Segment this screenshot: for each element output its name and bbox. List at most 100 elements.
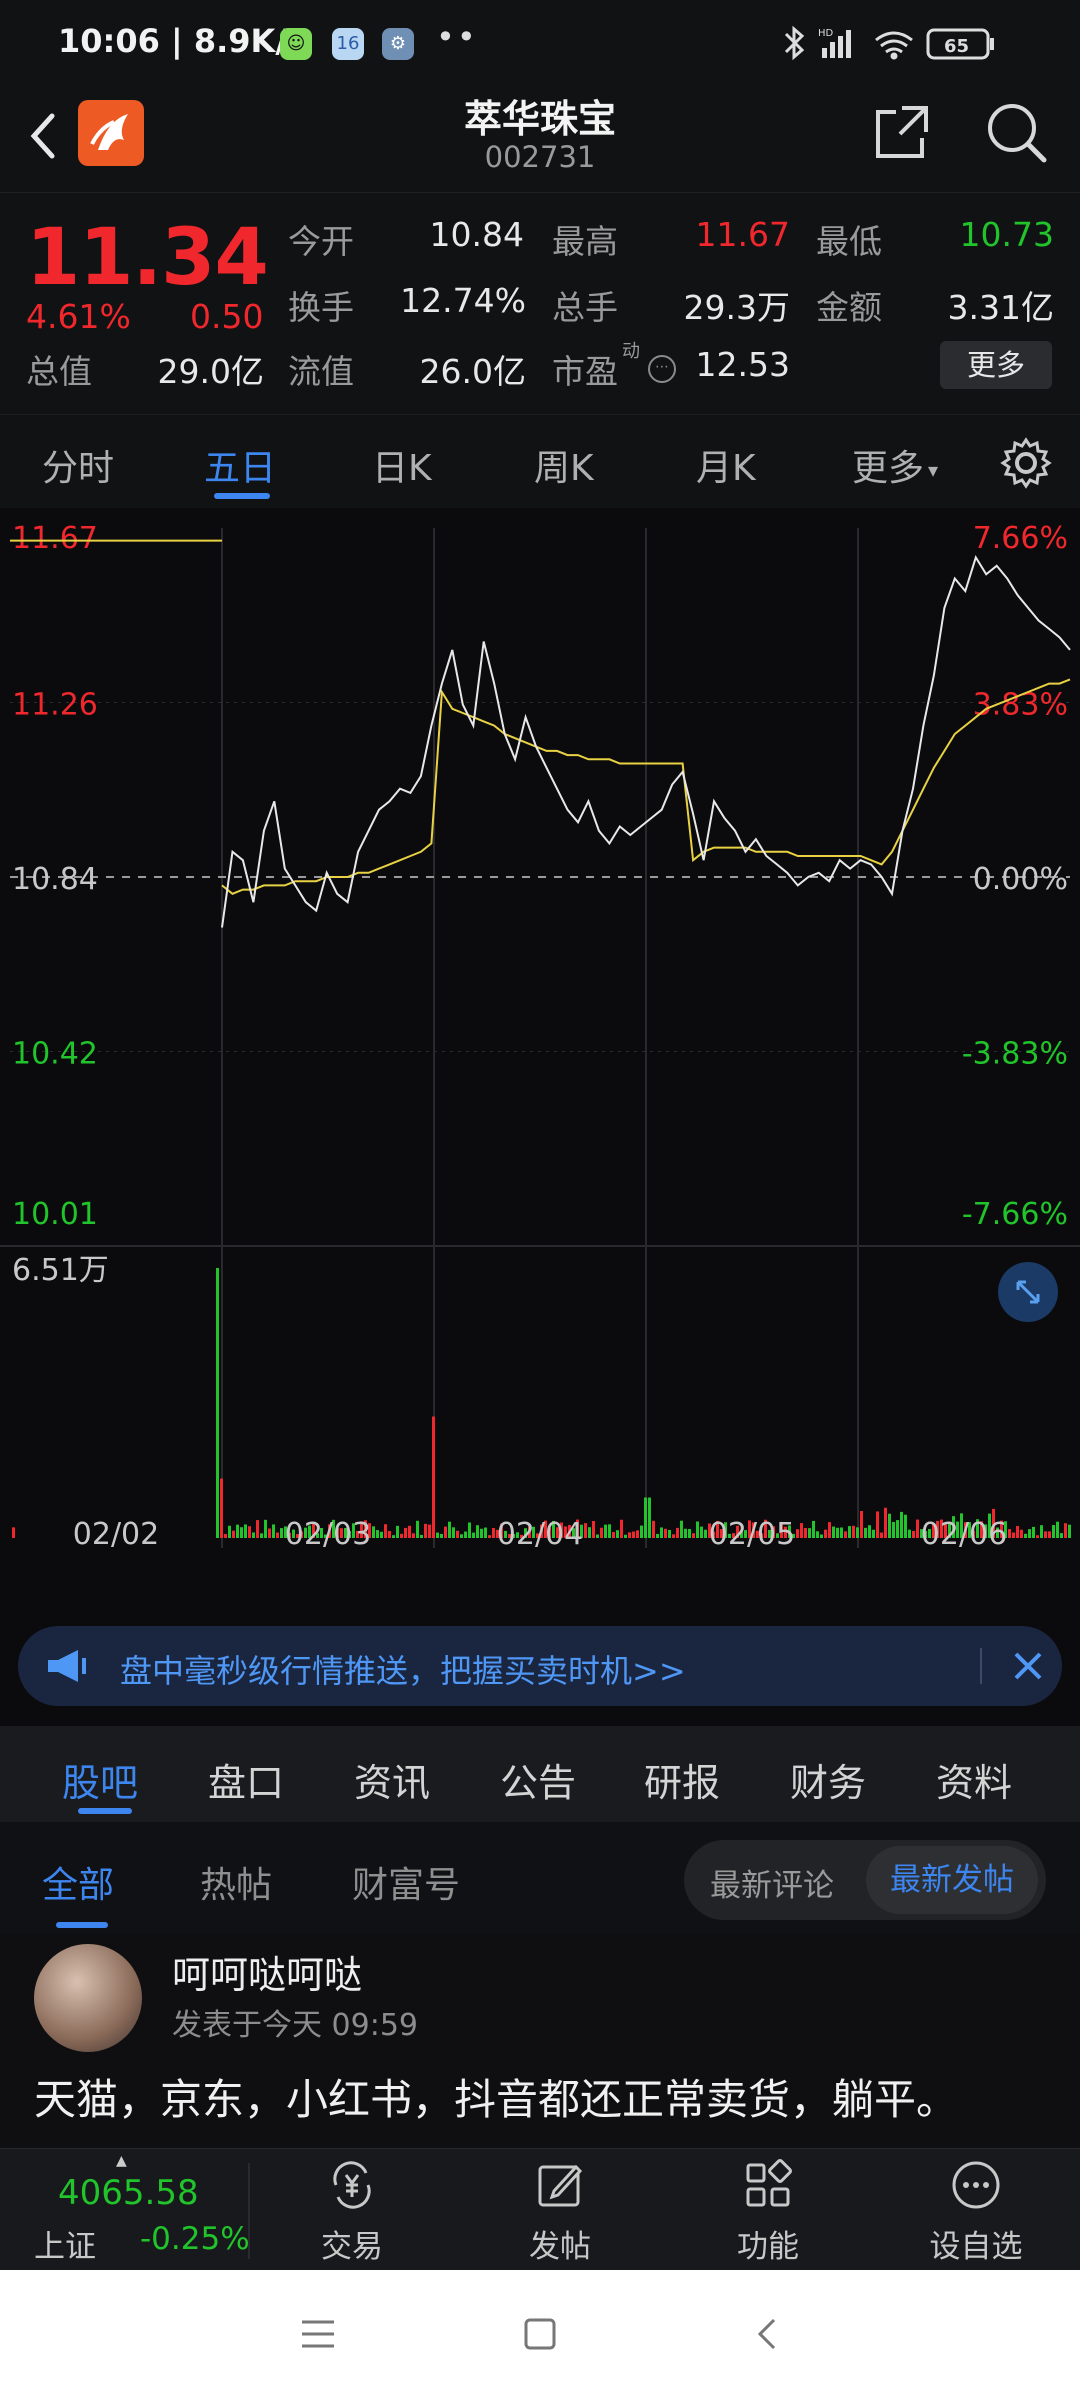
bluetooth-icon [784,25,805,61]
volume-bar [488,1535,491,1538]
filter-fortune[interactable]: 财富号 [352,1856,460,1908]
volume-bar [620,1519,623,1538]
bottom-nav: ▲ 4065.58 上证 -0.25% 交易 发帖 功能 设自选 [0,2148,1080,2270]
tab-order-book[interactable]: 盘口 [208,1752,284,1807]
avatar[interactable] [34,1944,142,2052]
tab-profile[interactable]: 资料 [936,1752,1012,1807]
expand-icon [1016,1280,1040,1304]
tab-more[interactable]: 更多 ▾ [852,439,938,491]
promo-banner[interactable]: 盘中毫秒级行情推送，把握买卖时机>> [18,1626,1062,1706]
close-icon[interactable] [1010,1648,1046,1684]
volume-bar [684,1528,687,1538]
system-nav-bar [0,2270,1080,2400]
volume-bar [900,1511,903,1538]
volume-bar [1024,1533,1027,1538]
expand-chart-button[interactable] [998,1262,1058,1322]
volume-bar [484,1527,487,1538]
tab-financials[interactable]: 财务 [790,1752,866,1807]
search-icon[interactable] [984,100,1048,164]
tab-news[interactable]: 资讯 [354,1752,430,1807]
nav-trade-label: 交易 [321,2229,383,2265]
nav-add-watchlist[interactable]: 设自选 [906,2149,1046,2271]
dropdown-caret-icon: ▾ [928,458,939,482]
volume-bar [672,1534,675,1538]
current-price: 11.34 [26,213,269,303]
nav-trade[interactable]: 交易 [282,2149,422,2271]
quote-panel: 11.34 4.61% 0.50 今开 10.84 最高 11.67 最低 10… [0,192,1080,414]
yuan-exchange-icon [333,2161,371,2209]
post-username[interactable]: 呵呵哒呵哒 [172,1944,362,1999]
tab-research[interactable]: 研报 [644,1752,720,1807]
tab-intraday[interactable]: 分时 [42,439,114,491]
volume-bar [372,1526,375,1538]
settings-notification-icon: ⚙ [382,28,414,60]
volume-bar [1020,1529,1023,1538]
volume-bar [468,1522,471,1538]
volume-bar [248,1526,251,1538]
volume-bar [592,1521,595,1538]
volume-bar [704,1529,707,1538]
more-notifications-icon: •• [436,18,478,56]
post-content[interactable]: 天猫，京东，小红书，抖音都还正常卖货，躺平。 [34,2066,958,2127]
index-name[interactable]: 上证 [34,2221,96,2266]
percent-axis-label: -3.83% [962,1037,1068,1072]
index-caret-icon: ▲ [116,2153,127,2169]
tab-daily-k[interactable]: 日K [372,439,432,491]
volume-bar [404,1527,407,1538]
volume-bar [376,1530,379,1538]
volume-bar [276,1532,279,1538]
back-triangle-icon[interactable] [748,2314,788,2354]
volume-bar [884,1507,887,1538]
amount-value: 3.31亿 [947,288,1054,327]
low-label: 最低 [816,222,882,261]
chart-settings-gear-icon[interactable] [1000,437,1052,489]
date-axis-label: 02/06 [921,1517,1007,1548]
pe-info-icon[interactable]: ⋯ [648,355,676,383]
volume-bar [816,1531,819,1538]
index-value[interactable]: 4065.58 [58,2173,199,2213]
volume-bar [1028,1529,1031,1538]
tab-five-day[interactable]: 五日 [204,439,276,491]
sort-latest-post[interactable]: 最新发帖 [866,1846,1038,1914]
volume-bar [452,1527,455,1538]
percent-axis-label: 0.00% [973,862,1068,897]
volume-bar [868,1525,871,1538]
volume-bar [844,1531,847,1538]
volume-bar [228,1525,231,1538]
volume-bar [648,1497,651,1538]
volume-bar [848,1526,851,1538]
volume-bar [420,1534,423,1538]
tab-weekly-k[interactable]: 周K [534,439,594,491]
volume-bar [680,1520,683,1538]
volume-bar [700,1526,703,1538]
more-quote-button[interactable]: 更多 [940,341,1052,389]
volume-bar [252,1532,255,1538]
total-cap-label: 总值 [26,352,92,391]
share-icon[interactable] [872,102,932,162]
tab-announcements[interactable]: 公告 [500,1752,576,1807]
sort-latest-comment[interactable]: 最新评论 [710,1860,834,1905]
post-item[interactable]: 呵呵哒呵哒 发表于今天 09:59 天猫，京东，小红书，抖音都还正常卖货，躺平。 [0,1934,1080,2148]
volume-bar [264,1519,267,1538]
volume-bar [804,1528,807,1538]
volume-bar [400,1533,403,1538]
volume-bar [904,1514,907,1538]
five-day-chart[interactable]: 11.67 11.26 10.84 10.42 10.01 7.66% 3.83% 0.00%… [0,508,1080,1556]
svg-text:HD: HD [818,28,834,39]
nav-post[interactable]: 发帖 [490,2149,630,2271]
volume-bar [476,1525,479,1538]
home-square-icon[interactable] [520,2314,560,2354]
volume-bar [448,1521,451,1538]
volume-bar [244,1524,247,1538]
pe-dynamic-tag: 动 [622,341,640,362]
tab-monthly-k[interactable]: 月K [696,439,756,491]
tab-guba[interactable]: 股吧 [62,1752,138,1807]
filter-all[interactable]: 全部 [42,1856,114,1908]
volume-bar [820,1534,823,1538]
stock-header: 萃华珠宝 002731 [0,88,1080,192]
filter-hot[interactable]: 热帖 [200,1856,272,1908]
nav-functions[interactable]: 功能 [698,2149,838,2271]
recents-menu-icon[interactable] [298,2314,338,2354]
turnover-value: 12.74% [400,281,526,320]
volume-bar [464,1531,467,1538]
